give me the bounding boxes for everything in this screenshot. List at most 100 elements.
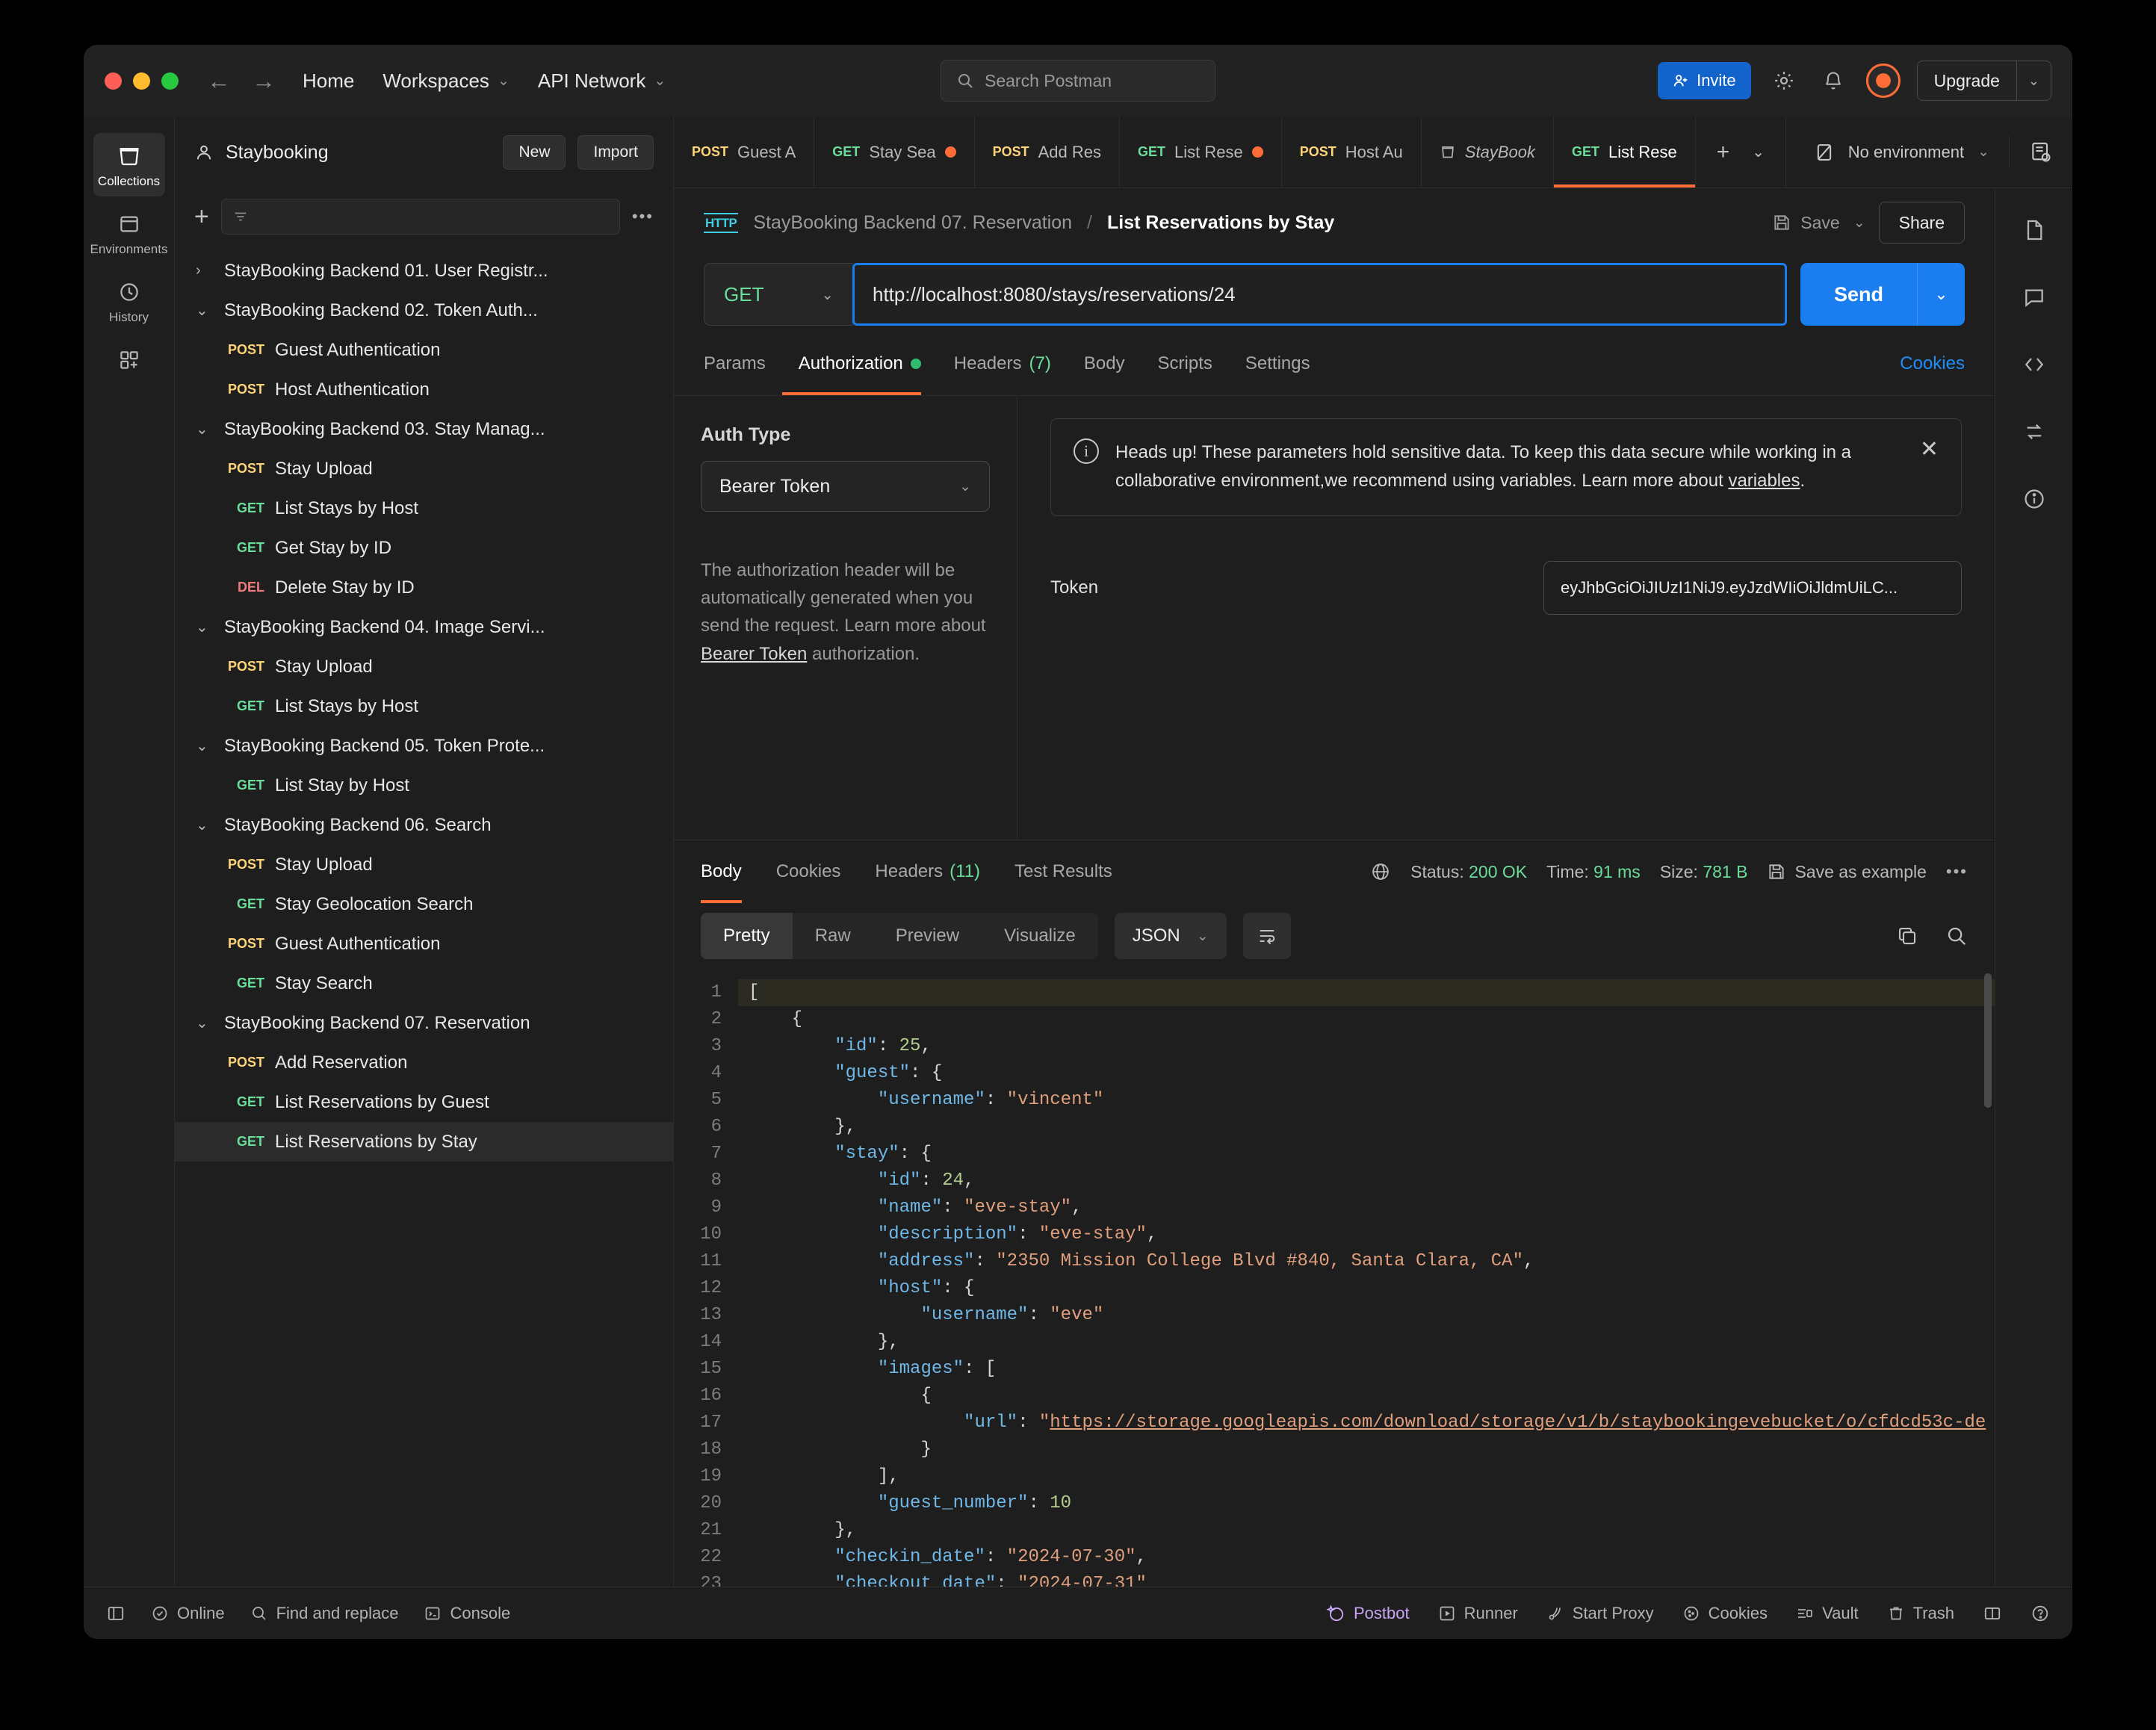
new-button[interactable]: New	[503, 135, 566, 170]
view-mode-raw[interactable]: Raw	[793, 913, 873, 959]
collection-folder[interactable]: ⌄StayBooking Backend 02. Token Auth...	[175, 291, 673, 330]
upgrade-button[interactable]: Upgrade	[1918, 61, 2016, 100]
response-tab-headers[interactable]: Headers(11)	[875, 840, 980, 903]
collection-request-item[interactable]: GETList Stays by Host	[175, 686, 673, 726]
send-options-chevron-icon[interactable]: ⌄	[1917, 263, 1965, 326]
open-request-tab[interactable]: POSTAdd Res	[975, 117, 1120, 187]
view-mode-preview[interactable]: Preview	[873, 913, 982, 959]
token-input[interactable]: eyJhbGciOiJIUzI1NiJ9.eyJzdWIiOiJldmUiLC.…	[1543, 561, 1962, 615]
postbot-button[interactable]: Postbot	[1326, 1604, 1410, 1623]
maximize-window-button[interactable]	[161, 72, 179, 90]
collection-request-item[interactable]: POSTStay Upload	[175, 845, 673, 884]
collection-request-item[interactable]: GETStay Search	[175, 964, 673, 1003]
auth-type-select[interactable]: Bearer Token ⌄	[701, 461, 990, 512]
request-changes-button[interactable]	[2013, 411, 2055, 453]
open-request-tab[interactable]: GETStay Sea	[814, 117, 974, 187]
request-tab-scripts[interactable]: Scripts	[1141, 332, 1229, 395]
variables-link[interactable]: variables	[1728, 471, 1800, 491]
code-snippet-button[interactable]	[2013, 344, 2055, 385]
sidebar-item-environments[interactable]: Environments	[93, 201, 165, 264]
layout-toggle-button[interactable]	[1983, 1604, 2002, 1623]
start-proxy-button[interactable]: Start Proxy	[1546, 1604, 1654, 1623]
collection-folder[interactable]: ⌄StayBooking Backend 07. Reservation	[175, 1003, 673, 1043]
sidebar-item-history[interactable]: History	[93, 269, 165, 332]
avatar[interactable]	[1866, 63, 1901, 98]
find-and-replace-button[interactable]: Find and replace	[250, 1604, 399, 1623]
nav-api-network[interactable]: API Network ⌄	[538, 69, 666, 93]
collection-request-item[interactable]: POSTStay Upload	[175, 647, 673, 686]
nav-workspaces[interactable]: Workspaces ⌄	[382, 69, 509, 93]
collection-request-item[interactable]: GETGet Stay by ID	[175, 528, 673, 568]
trash-button[interactable]: Trash	[1887, 1604, 1954, 1623]
minimize-window-button[interactable]	[133, 72, 150, 90]
share-button[interactable]: Share	[1879, 202, 1965, 244]
console-button[interactable]: Console	[424, 1604, 510, 1623]
environment-select[interactable]: No environment⌄	[1794, 117, 2009, 187]
response-more-options-icon[interactable]: •••	[1946, 862, 1968, 881]
send-button[interactable]: Send	[1800, 263, 1917, 326]
open-request-tab[interactable]: GETList Rese	[1554, 117, 1696, 187]
view-mode-visualize[interactable]: Visualize	[982, 913, 1098, 959]
collection-request-item[interactable]: POSTAdd Reservation	[175, 1043, 673, 1082]
open-request-tab[interactable]: StayBook	[1422, 117, 1554, 187]
online-status[interactable]: Online	[151, 1604, 225, 1623]
collection-request-item[interactable]: POSTHost Authentication	[175, 370, 673, 409]
response-tab-test-results[interactable]: Test Results	[1015, 840, 1112, 903]
code-link[interactable]: https://storage.googleapis.com/download/…	[1050, 1413, 1986, 1433]
request-tab-params[interactable]: Params	[704, 332, 782, 395]
request-tab-headers[interactable]: Headers(7)	[938, 332, 1068, 395]
import-button[interactable]: Import	[577, 135, 654, 170]
collection-request-item[interactable]: GETList Reservations by Stay	[175, 1122, 673, 1162]
response-format-select[interactable]: JSON ⌄	[1115, 913, 1227, 959]
copy-button[interactable]	[1896, 925, 1918, 947]
nav-home[interactable]: Home	[303, 69, 354, 93]
sidebar-item-collections[interactable]: Collections	[93, 133, 165, 196]
collection-request-item[interactable]: POSTStay Upload	[175, 449, 673, 489]
search-response-button[interactable]	[1945, 925, 1968, 947]
save-chevron-down-icon[interactable]: ⌄	[1853, 214, 1865, 232]
collection-request-item[interactable]: POSTGuest Authentication	[175, 330, 673, 370]
collection-request-item[interactable]: DELDelete Stay by ID	[175, 568, 673, 607]
close-window-button[interactable]	[105, 72, 122, 90]
collection-request-item[interactable]: GETList Reservations by Guest	[175, 1082, 673, 1122]
notifications-button[interactable]	[1817, 64, 1850, 97]
open-request-tab[interactable]: GETList Rese	[1120, 117, 1282, 187]
vertical-scrollbar[interactable]	[1984, 973, 1992, 1108]
request-info-button[interactable]	[2013, 478, 2055, 520]
help-button[interactable]	[2030, 1604, 2050, 1623]
vault-button[interactable]: Vault	[1796, 1604, 1859, 1623]
upgrade-chevron-down-icon[interactable]: ⌄	[2017, 61, 2051, 100]
response-body-viewer[interactable]: 123456789101112131415161718192021222324 …	[674, 969, 1995, 1587]
collection-folder[interactable]: ⌄StayBooking Backend 06. Search	[175, 805, 673, 845]
filter-input[interactable]	[221, 199, 620, 235]
http-method-select[interactable]: GET ⌄	[704, 263, 853, 326]
request-tab-body[interactable]: Body	[1068, 332, 1141, 395]
url-input[interactable]: http://localhost:8080/stays/reservations…	[852, 263, 1787, 326]
documentation-button[interactable]	[2013, 209, 2055, 251]
collection-request-item[interactable]: POSTGuest Authentication	[175, 924, 673, 964]
invite-button[interactable]: Invite	[1658, 62, 1751, 99]
save-as-example-button[interactable]: Save as example	[1767, 862, 1926, 882]
comments-button[interactable]	[2013, 276, 2055, 318]
request-tab-settings[interactable]: Settings	[1229, 332, 1327, 395]
collection-folder[interactable]: ⌄StayBooking Backend 04. Image Servi...	[175, 607, 673, 647]
cookies-link[interactable]: Cookies	[1900, 353, 1965, 374]
environment-quick-look-button[interactable]	[2010, 117, 2072, 187]
toggle-sidebar-button[interactable]	[106, 1604, 126, 1623]
wrap-lines-button[interactable]	[1243, 913, 1291, 959]
collection-folder[interactable]: ⌄StayBooking Backend 03. Stay Manag...	[175, 409, 673, 449]
bearer-token-link[interactable]: Bearer Token	[701, 644, 807, 664]
forward-arrow-icon[interactable]: →	[252, 69, 276, 93]
collection-request-item[interactable]: GETList Stay by Host	[175, 766, 673, 805]
back-arrow-icon[interactable]: ←	[207, 69, 231, 93]
runner-button[interactable]: Runner	[1438, 1604, 1518, 1623]
close-icon[interactable]: ✕	[1920, 438, 1939, 461]
more-options-icon[interactable]: •••	[632, 207, 654, 226]
chevron-down-icon[interactable]: ⌄	[1752, 143, 1765, 161]
new-tab-button[interactable]: +⌄	[1696, 117, 1786, 187]
breadcrumb-parent[interactable]: StayBooking Backend 07. Reservation	[753, 212, 1072, 234]
search-input[interactable]: Search Postman	[941, 60, 1215, 102]
collection-request-item[interactable]: GETStay Geolocation Search	[175, 884, 673, 924]
settings-gear-button[interactable]	[1768, 64, 1800, 97]
save-button[interactable]: Save	[1772, 213, 1839, 233]
